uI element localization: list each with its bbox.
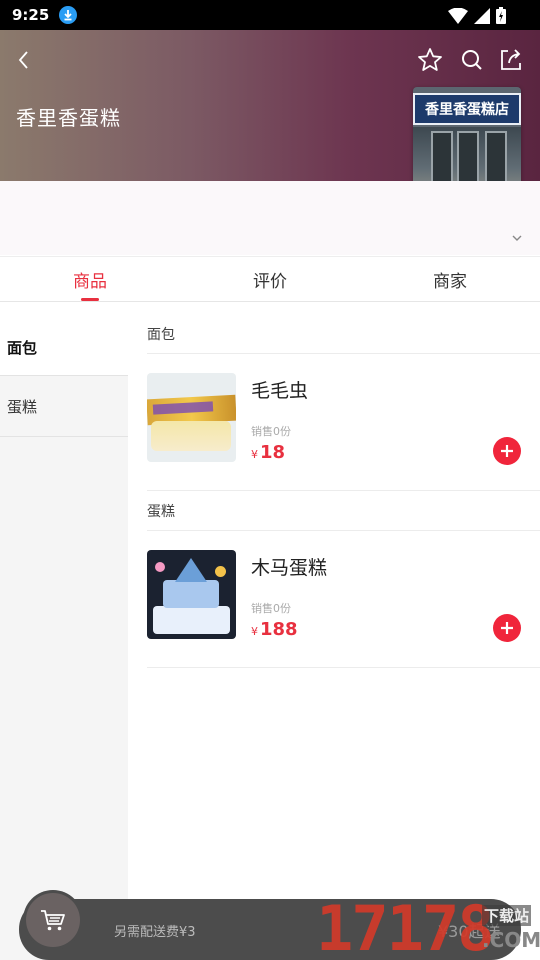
tab-products[interactable]: 商品 <box>0 257 180 301</box>
add-to-cart-button[interactable] <box>493 614 521 642</box>
divider <box>147 353 540 354</box>
product-price: ¥18 <box>251 442 285 463</box>
tab-products-label: 商品 <box>73 271 107 292</box>
site-watermark-suffix: .COM <box>482 928 540 952</box>
lollipop-shape <box>155 562 165 572</box>
price-value: 18 <box>260 442 286 463</box>
tab-reviews-label: 评价 <box>253 271 287 292</box>
add-to-cart-button[interactable] <box>493 437 521 465</box>
price-value: 188 <box>260 619 298 640</box>
sidebar-item-label: 蛋糕 <box>7 397 38 416</box>
search-icon[interactable] <box>458 46 486 74</box>
battery-icon <box>496 7 506 24</box>
store-title: 香里香蛋糕 <box>16 106 121 130</box>
product-image-maomaochong[interactable] <box>147 373 236 462</box>
delivery-fee-text: 另需配送费¥3 <box>114 925 196 940</box>
plus-icon <box>501 622 513 634</box>
section-header-cake: 蛋糕 <box>147 504 175 520</box>
tab-merchant[interactable]: 商家 <box>360 257 540 301</box>
status-bar: 9:25 <box>0 0 540 30</box>
cake-base-shape <box>153 606 230 634</box>
divider <box>147 530 540 531</box>
tab-reviews[interactable]: 评价 <box>180 257 360 301</box>
product-sales: 销售0份 <box>251 425 291 438</box>
tab-bar: 商品 评价 商家 <box>0 256 540 302</box>
site-watermark-label: 下载站 <box>482 905 532 926</box>
sidebar-item-label: 面包 <box>7 339 38 357</box>
menu-content: 面包 蛋糕 面包 毛毛虫 销售0份 ¥18 蛋糕 木马蛋糕 销售0份 ¥ 188 <box>0 302 540 960</box>
plus-icon <box>501 445 513 457</box>
cake-tier-shape <box>163 580 219 608</box>
signal-icon <box>474 7 490 24</box>
share-icon[interactable] <box>497 46 525 74</box>
store-photo[interactable]: 香里香蛋糕店 <box>413 87 521 195</box>
section-header-bread: 面包 <box>147 327 175 343</box>
product-name: 毛毛虫 <box>251 380 309 402</box>
currency-symbol: ¥ <box>251 625 258 638</box>
wifi-icon <box>448 7 468 24</box>
currency-symbol: ¥ <box>251 448 258 461</box>
star-icon[interactable] <box>416 46 444 74</box>
product-name: 木马蛋糕 <box>251 557 328 579</box>
store-photo-sign: 香里香蛋糕店 <box>413 93 521 125</box>
cart-icon <box>41 910 65 931</box>
product-list: 面包 毛毛虫 销售0份 ¥18 蛋糕 木马蛋糕 销售0份 ¥188 <box>128 302 540 960</box>
product-sales: 销售0份 <box>251 602 291 615</box>
cart-button[interactable] <box>26 893 80 947</box>
divider <box>147 490 540 491</box>
site-watermark-digits: 17178 <box>316 892 495 960</box>
download-icon <box>59 6 78 24</box>
back-icon[interactable] <box>12 48 36 72</box>
category-sidebar: 面包 蛋糕 <box>0 320 128 960</box>
lollipop-shape <box>215 566 226 577</box>
chevron-down-icon[interactable] <box>510 231 524 245</box>
status-time: 9:25 <box>12 6 50 24</box>
tab-merchant-label: 商家 <box>433 271 467 292</box>
tab-active-indicator <box>81 298 99 301</box>
store-info-panel <box>0 181 540 255</box>
sidebar-item-bread[interactable]: 面包 <box>0 320 128 376</box>
carousel-roof-shape <box>175 558 207 582</box>
divider <box>147 667 540 668</box>
product-price: ¥188 <box>251 619 298 640</box>
product-image-carousel-cake[interactable] <box>147 550 236 639</box>
bread-body-shape <box>151 421 231 451</box>
sidebar-item-cake[interactable]: 蛋糕 <box>0 376 128 437</box>
